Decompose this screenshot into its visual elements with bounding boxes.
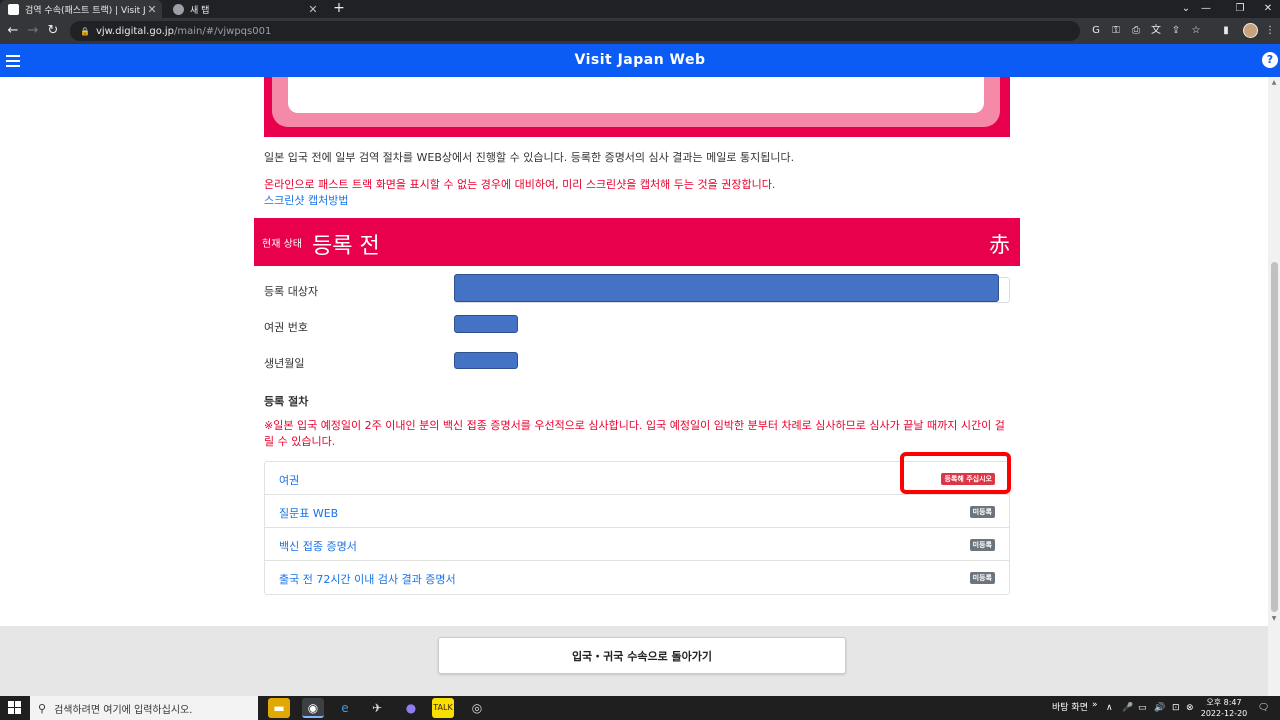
tray-overflow-icon[interactable]: ∧ <box>1106 696 1113 720</box>
scroll-up-icon[interactable]: ▲ <box>1268 78 1280 88</box>
status-badge: 미등록 <box>969 506 995 518</box>
field-label-birthdate: 생년월일 <box>264 357 305 370</box>
scroll-down-icon[interactable]: ▼ <box>1268 614 1280 624</box>
status-banner: 현재 상태 등록 전 赤 <box>254 218 1020 266</box>
kakaotalk-icon[interactable]: TALK <box>432 698 454 718</box>
key-icon[interactable]: ⚿ <box>1108 23 1124 39</box>
procedure-item-test-result[interactable]: 출국 전 72시간 이내 검사 결과 증명서 미등록 <box>265 561 1009 594</box>
clock-date: 2022-12-20 <box>1200 709 1248 718</box>
new-tab-button[interactable]: + <box>332 0 346 18</box>
site-favicon-icon <box>8 3 19 15</box>
status-badge: 미등록 <box>969 539 995 551</box>
file-explorer-icon[interactable]: ▬ <box>268 698 290 718</box>
warning-text: 온라인으로 패스트 트랙 화면을 표시할 수 없는 경우에 대비하여, 미리 스… <box>264 178 776 191</box>
volume-icon[interactable]: 🔊 <box>1154 696 1165 720</box>
procedure-item-vaccine[interactable]: 백신 접종 증명서 미등록 <box>265 528 1009 561</box>
back-arrow-icon[interactable]: ← <box>4 22 22 40</box>
share-icon[interactable]: ⇪ <box>1168 23 1184 39</box>
back-to-procedures-button[interactable]: 입국・귀국 수속으로 돌아가기 <box>438 637 846 674</box>
url-path: /main/#/vjwpqs001 <box>173 25 272 37</box>
procedure-name[interactable]: 여권 <box>279 472 299 488</box>
sidepanel-icon[interactable]: ▮ <box>1218 23 1234 39</box>
clock-time: 오후 8:47 <box>1206 698 1242 707</box>
notification-icon[interactable]: 🗨 <box>1258 696 1269 720</box>
forward-arrow-icon[interactable]: → <box>24 22 42 40</box>
procedure-name[interactable]: 출국 전 72시간 이내 검사 결과 증명서 <box>279 571 456 587</box>
tab-title: 새 탭 <box>190 5 210 16</box>
tab-title: 검역 수속(패스트 트랙) | Visit Ja <box>25 5 146 16</box>
lock-icon: 🔒 <box>80 26 90 36</box>
scrollbar-thumb[interactable] <box>1271 262 1278 612</box>
more-menu-icon[interactable]: ⋮ <box>1262 23 1278 39</box>
redacted-passport-number <box>454 315 518 333</box>
minimize-icon[interactable]: — <box>1188 0 1224 18</box>
tray-status-icon[interactable]: ⊗ <box>1186 696 1194 720</box>
window-close-icon[interactable]: ✕ <box>1250 0 1280 18</box>
microphone-icon[interactable]: 🎤 <box>1122 696 1133 720</box>
translate-icon[interactable]: 文 <box>1148 23 1164 39</box>
search-icon: ⚲ <box>38 701 47 715</box>
close-icon[interactable]: ✕ <box>307 3 319 16</box>
app-icon-1[interactable]: ✈ <box>366 698 388 718</box>
url-host: vjw.digital.go.jp <box>95 25 174 37</box>
taskbar-search-input[interactable]: ⚲ 검색하려면 여기에 입력하십시오. <box>30 696 258 720</box>
desktop-label[interactable]: 바탕 화면 <box>1052 696 1088 720</box>
edge-icon[interactable]: e <box>334 698 356 718</box>
url-input[interactable]: 🔒 vjw.digital.go.jp/main/#/vjwpqs001 <box>70 21 1080 41</box>
status-label: 현재 상태 <box>262 239 302 250</box>
chrome-taskbar-icon[interactable]: ◉ <box>302 698 324 718</box>
procedure-name[interactable]: 질문표 WEB <box>279 505 338 521</box>
avatar[interactable] <box>1243 23 1258 38</box>
field-label-passport: 여권 번호 <box>264 321 308 334</box>
help-icon[interactable]: ? <box>1262 52 1278 68</box>
taskbar-clock[interactable]: 오후 8:47 2022-12-20 <box>1198 697 1250 719</box>
chrome-icon <box>173 3 184 15</box>
info-text: 일본 입국 전에 일부 검역 절차를 WEB상에서 진행할 수 있습니다. 등록… <box>264 151 795 164</box>
install-icon[interactable]: ⎙ <box>1128 23 1144 39</box>
procedure-item-questionnaire[interactable]: 질문표 WEB 미등록 <box>265 495 1009 528</box>
windows-start-icon[interactable] <box>8 701 22 715</box>
field-label-registrant: 등록 대상자 <box>264 285 319 298</box>
search-placeholder: 검색하려면 여기에 입력하십시오. <box>54 704 193 716</box>
procedures-title: 등록 절차 <box>264 395 309 408</box>
star-icon[interactable]: ☆ <box>1188 23 1204 39</box>
status-badge: 미등록 <box>969 572 995 584</box>
tab-new[interactable]: 새 탭 ✕ <box>165 0 323 18</box>
redacted-birthdate <box>454 352 518 369</box>
status-kanji: 赤 <box>989 233 1010 257</box>
app-title: Visit Japan Web <box>574 52 706 68</box>
obs-icon[interactable]: ◎ <box>466 698 488 718</box>
app-icon-2[interactable]: ● <box>400 698 422 718</box>
screenshot-help-link[interactable]: 스크린샷 캡처방법 <box>264 192 348 208</box>
close-icon[interactable]: ✕ <box>146 3 158 16</box>
procedures-notice: ※일본 입국 예정일이 2주 이내인 분의 백신 접종 증명서를 우선적으로 심… <box>264 419 1005 448</box>
fasttrack-card-body <box>288 77 984 113</box>
highlight-annotation <box>900 452 1011 494</box>
status-value: 등록 전 <box>312 234 380 259</box>
tab-active[interactable]: 검역 수속(패스트 트랙) | Visit Ja ✕ <box>0 0 162 18</box>
app-tray-icon[interactable]: ⊡ <box>1172 696 1180 720</box>
redacted-registrant <box>454 274 999 302</box>
procedure-item-passport[interactable]: 여권 등록해 주십시오 <box>265 462 1009 495</box>
reload-icon[interactable]: ↻ <box>44 22 62 40</box>
procedure-list: 여권 등록해 주십시오 질문표 WEB 미등록 백신 접종 증명서 미등록 출국… <box>264 461 1010 595</box>
google-icon[interactable]: G <box>1088 23 1104 39</box>
procedure-name[interactable]: 백신 접종 증명서 <box>279 538 357 554</box>
toolbar-expand-icon[interactable]: » <box>1092 693 1098 717</box>
monitor-icon[interactable]: ▭ <box>1138 696 1147 720</box>
